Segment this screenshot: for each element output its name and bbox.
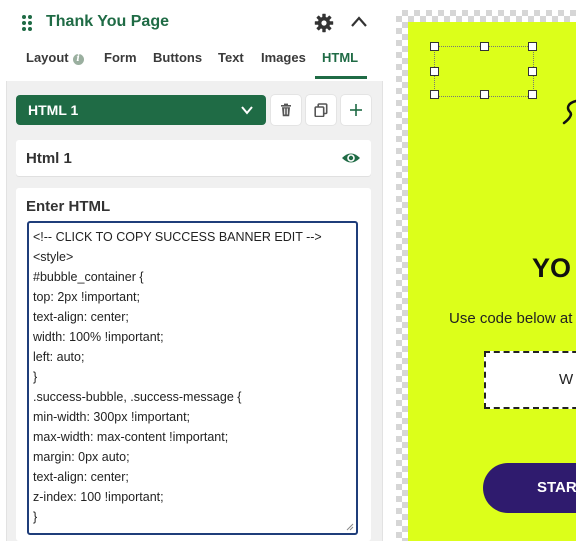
code-line: max-width: max-content !important; — [33, 430, 229, 444]
html-code-textarea[interactable]: <!-- CLICK TO COPY SUCCESS BANNER EDIT -… — [27, 221, 358, 535]
decorative-squiggle-icon — [562, 99, 576, 125]
copy-icon — [314, 103, 328, 117]
code-line: left: auto; — [33, 350, 85, 364]
coupon-code-box[interactable]: W — [484, 351, 576, 409]
resize-handle[interactable] — [480, 90, 489, 99]
drag-handle-icon[interactable] — [21, 14, 33, 32]
code-line: width: 100% !important; — [33, 330, 164, 344]
tab-html[interactable]: HTML — [322, 50, 358, 65]
tab-form[interactable]: Form — [104, 50, 137, 65]
block-name-card: Html 1 — [16, 140, 371, 176]
resize-handle[interactable] — [480, 42, 489, 51]
code-line: min-width: 300px !important; — [33, 410, 191, 424]
code-line: } — [33, 510, 38, 524]
resize-handle[interactable] — [430, 67, 439, 76]
block-name: Html 1 — [26, 150, 72, 167]
tab-text[interactable]: Text — [218, 50, 244, 65]
duplicate-button[interactable] — [306, 95, 336, 125]
start-button[interactable]: STAR — [483, 463, 576, 513]
add-button[interactable] — [341, 95, 371, 125]
code-line: text-align: center; — [33, 310, 129, 324]
info-icon[interactable]: i — [72, 54, 84, 65]
panel-title: Thank You Page — [46, 13, 169, 30]
panel-header: Thank You Page — [0, 0, 386, 44]
resize-handle[interactable] — [528, 90, 537, 99]
preview-heading: YO — [532, 253, 572, 283]
tab-bar: Layout i Form Buttons Text Images HTML — [0, 44, 386, 80]
resize-handle[interactable] — [528, 67, 537, 76]
resize-handle[interactable] — [430, 90, 439, 99]
gear-icon[interactable] — [314, 13, 334, 33]
chevron-down-icon — [241, 106, 253, 115]
code-line: .success-bubble, .success-message { — [33, 390, 242, 404]
code-line: top: 2px !important; — [33, 290, 141, 304]
html-block-select-value: HTML 1 — [28, 102, 79, 118]
coupon-code-text: W — [559, 371, 574, 388]
tab-layout[interactable]: Layout i — [26, 50, 84, 65]
tab-images[interactable]: Images — [261, 50, 306, 65]
preview-subtext: Use code below at — [449, 310, 573, 327]
chevron-up-icon[interactable] — [350, 15, 368, 29]
settings-panel: Thank You Page Layout i Form Buttons Text… — [0, 0, 386, 541]
start-button-label: STAR — [537, 479, 576, 496]
code-line: margin: 0px auto; — [33, 450, 130, 464]
resize-handle[interactable] — [528, 42, 537, 51]
delete-button[interactable] — [271, 95, 301, 125]
editor-title: Enter HTML — [26, 198, 111, 215]
code-line: <style> — [33, 250, 74, 264]
active-tab-indicator — [315, 76, 367, 79]
tab-buttons[interactable]: Buttons — [153, 50, 202, 65]
code-line: } — [33, 370, 38, 384]
html-block-select[interactable]: HTML 1 — [16, 95, 266, 125]
resize-grip-icon[interactable] — [346, 523, 354, 531]
code-line: text-align: center; — [33, 470, 129, 484]
code-line: z-index: 100 !important; — [33, 490, 164, 504]
trash-icon — [281, 103, 291, 117]
resize-handle[interactable] — [430, 42, 439, 51]
plus-icon — [350, 104, 362, 116]
eye-icon[interactable] — [341, 150, 361, 166]
code-line: <!-- CLICK TO COPY SUCCESS BANNER EDIT -… — [33, 230, 322, 244]
code-line: #bubble_container { — [33, 270, 144, 284]
